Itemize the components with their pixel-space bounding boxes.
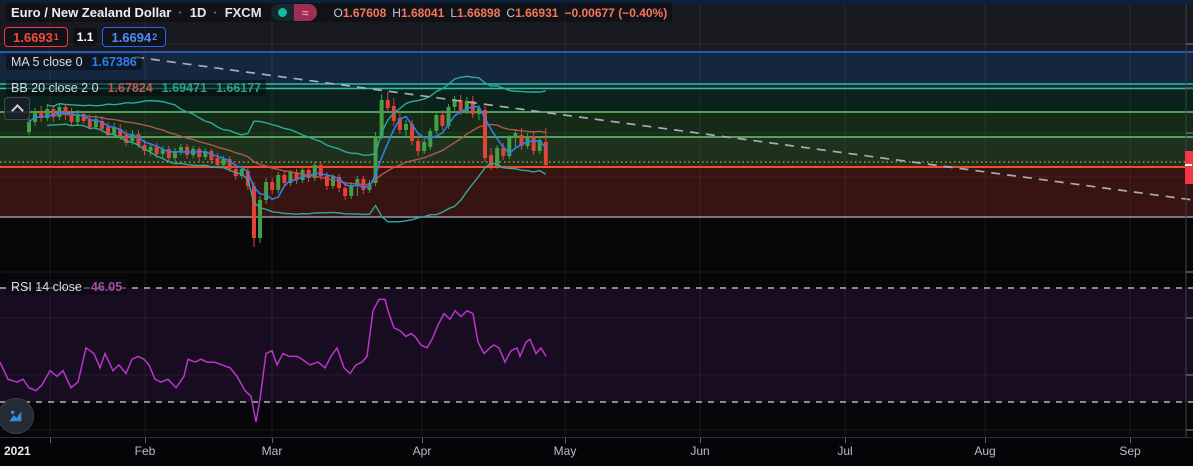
bb-label: BB 20 close 2 0 (11, 81, 99, 95)
bid-price-sup: 1 (53, 32, 59, 42)
title-separator: · (213, 5, 218, 20)
x-axis-label: Apr (412, 444, 432, 458)
open-value: 1.67608 (342, 5, 387, 20)
chart-image-icon (9, 410, 22, 422)
title-separator: · (178, 5, 183, 20)
close-value: 1.66931 (515, 5, 559, 20)
change-value: −0.00677 (−0.40%) (564, 5, 668, 20)
market-status-dot-icon (270, 4, 294, 21)
rsi-value: 46.05 (90, 280, 123, 294)
bb-basis-value: 1.67824 (107, 81, 153, 95)
x-axis-label: Jul (837, 444, 853, 458)
low-value: 1.66898 (457, 5, 501, 20)
quote-row: 1.6693 1 1.1 1.6694 2 (4, 27, 167, 47)
sell-bid-button[interactable]: 1.6693 1 (4, 27, 68, 47)
x-axis-label: Feb (134, 444, 156, 458)
last-price-marker (1185, 151, 1193, 184)
x-axis-tick (845, 438, 846, 443)
symbol-info-bar: Euro / New Zealand Dollar · 1D · FXCM ≈ … (6, 3, 673, 22)
price-chart-canvas[interactable] (0, 0, 1193, 466)
time-axis[interactable]: 2021 Feb Mar Apr May Jun Jul Aug Sep (0, 437, 1193, 466)
x-axis-tick (422, 438, 423, 443)
trading-chart-app: Euro / New Zealand Dollar · 1D · FXCM ≈ … (0, 0, 1193, 466)
bid-price: 1.6693 (13, 29, 53, 45)
ohlc-readout: O1.67608 H1.68041 L1.66898 C1.66931 −0.0… (334, 6, 668, 20)
close-label: C (506, 5, 516, 20)
x-axis-tick (565, 438, 566, 443)
pane-collapse-button[interactable] (4, 97, 30, 120)
ask-price: 1.6694 (111, 29, 152, 45)
x-axis-label: Sep (1119, 444, 1141, 458)
timeframe-label[interactable]: 1D (190, 5, 207, 20)
symbol-title-group: Euro / New Zealand Dollar · 1D · FXCM ≈ … (6, 3, 673, 22)
x-axis-tick (1130, 438, 1131, 443)
high-value: 1.68041 (400, 5, 445, 20)
x-axis-label: Jun (690, 444, 710, 458)
legend-rsi[interactable]: RSI 14 close 46.05 (6, 279, 128, 295)
x-axis-label: Mar (261, 444, 283, 458)
bb-lower-value: 1.66177 (215, 81, 262, 95)
price-marker-dash (1185, 164, 1192, 166)
x-axis-tick (700, 438, 701, 443)
legend-ma[interactable]: MA 5 close 0 1.67386 (6, 54, 142, 70)
symbol-title[interactable]: Euro / New Zealand Dollar (11, 5, 171, 20)
chevron-up-icon (10, 103, 24, 117)
legend-bb[interactable]: BB 20 close 2 0 1.67824 1.69471 1.66177 (6, 80, 267, 96)
bb-upper-value: 1.69471 (161, 81, 207, 95)
x-axis-tick (272, 438, 273, 443)
compare-wave-icon: ≈ (293, 4, 317, 21)
high-label: H (392, 5, 401, 20)
exchange-label[interactable]: FXCM (225, 5, 262, 20)
spread-value: 1.1 (72, 28, 98, 46)
rsi-label: RSI 14 close (11, 280, 82, 294)
x-axis-tick (985, 438, 986, 443)
ma-value: 1.67386 (91, 55, 137, 69)
market-status-toggle[interactable]: ≈ (270, 4, 317, 21)
ask-price-sup: 2 (152, 32, 158, 42)
ma-label: MA 5 close 0 (11, 55, 83, 69)
low-label: L (450, 5, 458, 20)
x-axis-tick (145, 438, 146, 443)
x-axis-tick (50, 438, 51, 443)
open-label: O (333, 5, 343, 20)
x-axis-label: Aug (974, 444, 996, 458)
x-axis-label: May (553, 444, 577, 458)
x-axis-label: 2021 (4, 444, 31, 458)
buy-ask-button[interactable]: 1.6694 2 (102, 27, 167, 47)
